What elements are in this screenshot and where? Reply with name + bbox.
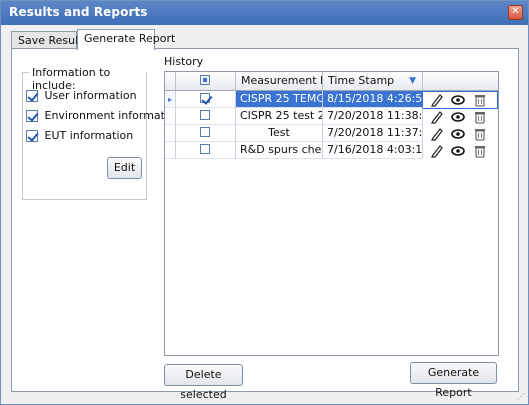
- view-eye-icon[interactable]: [451, 110, 465, 124]
- timestamp-cell[interactable]: 7/16/2018 4:03:18 PM: [323, 142, 423, 159]
- view-eye-icon[interactable]: [451, 93, 465, 107]
- edit-pencil-icon[interactable]: [430, 110, 444, 124]
- table-row[interactable]: Test 7/20/2018 11:37:51...: [165, 125, 423, 142]
- history-label: History: [164, 55, 204, 68]
- checkbox-label: EUT information: [44, 129, 134, 142]
- row-header[interactable]: [165, 125, 176, 142]
- row-header[interactable]: [165, 108, 176, 125]
- history-grid[interactable]: Measurement He... Time Stamp ▼ ▸ CISPR 2…: [164, 71, 499, 356]
- tab-generate-report[interactable]: Generate Report: [77, 29, 175, 50]
- row-header[interactable]: [165, 142, 176, 159]
- indeterminate-icon: [203, 78, 207, 82]
- actions-column-header: [423, 72, 498, 91]
- close-button[interactable]: ✕: [508, 5, 523, 20]
- trash-icon[interactable]: [473, 127, 487, 141]
- column-header-timestamp[interactable]: Time Stamp ▼: [323, 72, 423, 91]
- checkbox-checked-icon: [26, 130, 38, 142]
- button-label: Generate Report: [427, 366, 480, 399]
- checkbox-label: User information: [44, 89, 137, 102]
- title-bar[interactable]: Results and Reports ✕: [1, 1, 528, 25]
- view-eye-icon[interactable]: [451, 144, 465, 158]
- column-label: Measurement He...: [241, 74, 322, 87]
- select-all-checkbox[interactable]: [200, 75, 210, 85]
- table-row[interactable]: CISPR 25 test 2 7/20/2018 11:38:22...: [165, 108, 423, 125]
- sort-desc-icon: ▼: [409, 76, 416, 86]
- generate-report-button[interactable]: Generate Report: [410, 362, 497, 399]
- window-title: Results and Reports: [9, 5, 148, 19]
- resize-grip-icon[interactable]: ⋰: [517, 392, 525, 401]
- environment-information-checkbox[interactable]: Environment information: [26, 109, 182, 125]
- trash-icon[interactable]: [473, 144, 487, 158]
- row-header[interactable]: ▸: [165, 91, 176, 108]
- edit-button[interactable]: Edit: [107, 157, 142, 179]
- edit-pencil-icon[interactable]: [430, 93, 444, 107]
- table-row[interactable]: R&D spurs check 7/16/2018 4:03:18 PM: [165, 142, 423, 159]
- generate-report-panel: Information to include: User information…: [11, 48, 519, 401]
- edit-pencil-icon[interactable]: [430, 127, 444, 141]
- row-select-cell[interactable]: [176, 91, 236, 108]
- tab-save-results[interactable]: Save Results: [11, 31, 88, 49]
- checkbox-checked-icon: [26, 110, 38, 122]
- measurement-cell[interactable]: CISPR 25 test 2: [236, 108, 323, 125]
- timestamp-cell[interactable]: 7/20/2018 11:37:51...: [323, 125, 423, 142]
- results-reports-window: Results and Reports ✕ Save Results Gener…: [0, 0, 529, 405]
- info-groupbox: Information to include: User information…: [22, 66, 182, 200]
- current-row-icon: ▸: [168, 95, 173, 104]
- checkbox-checked-icon: [26, 90, 38, 102]
- select-all-header[interactable]: [176, 72, 236, 91]
- trash-icon[interactable]: [473, 93, 487, 107]
- tab-label: Generate Report: [84, 32, 176, 45]
- measurement-cell[interactable]: Test: [236, 125, 323, 142]
- view-eye-icon[interactable]: [451, 127, 465, 141]
- row-select-cell[interactable]: [176, 125, 236, 142]
- row-select-cell[interactable]: [176, 142, 236, 159]
- column-label: Time Stamp: [328, 74, 395, 87]
- timestamp-cell[interactable]: 8/15/2018 4:26:54 PM: [323, 91, 423, 108]
- eut-information-checkbox[interactable]: EUT information: [26, 129, 133, 145]
- row-select-cell[interactable]: [176, 108, 236, 125]
- row-header-column: [165, 72, 176, 91]
- trash-icon[interactable]: [473, 110, 487, 124]
- delete-selected-button[interactable]: Delete selected: [164, 364, 243, 401]
- table-row[interactable]: ▸ CISPR 25 TEMCel... 8/15/2018 4:26:54 P…: [165, 91, 423, 108]
- row-checkbox[interactable]: [200, 93, 210, 103]
- user-information-checkbox[interactable]: User information: [26, 89, 137, 105]
- timestamp-cell[interactable]: 7/20/2018 11:38:22...: [323, 108, 423, 125]
- checkbox-label: Environment information: [44, 109, 182, 122]
- edit-pencil-icon[interactable]: [430, 144, 444, 158]
- measurement-cell[interactable]: CISPR 25 TEMCel...: [236, 91, 323, 108]
- measurement-cell[interactable]: R&D spurs check: [236, 142, 323, 159]
- button-label: Delete selected: [180, 368, 227, 401]
- button-label: Edit: [113, 161, 136, 174]
- row-checkbox[interactable]: [200, 110, 210, 120]
- close-icon: ✕: [511, 6, 520, 17]
- row-checkbox[interactable]: [200, 144, 210, 154]
- row-checkbox[interactable]: [200, 127, 210, 137]
- column-header-measurement[interactable]: Measurement He...: [236, 72, 323, 91]
